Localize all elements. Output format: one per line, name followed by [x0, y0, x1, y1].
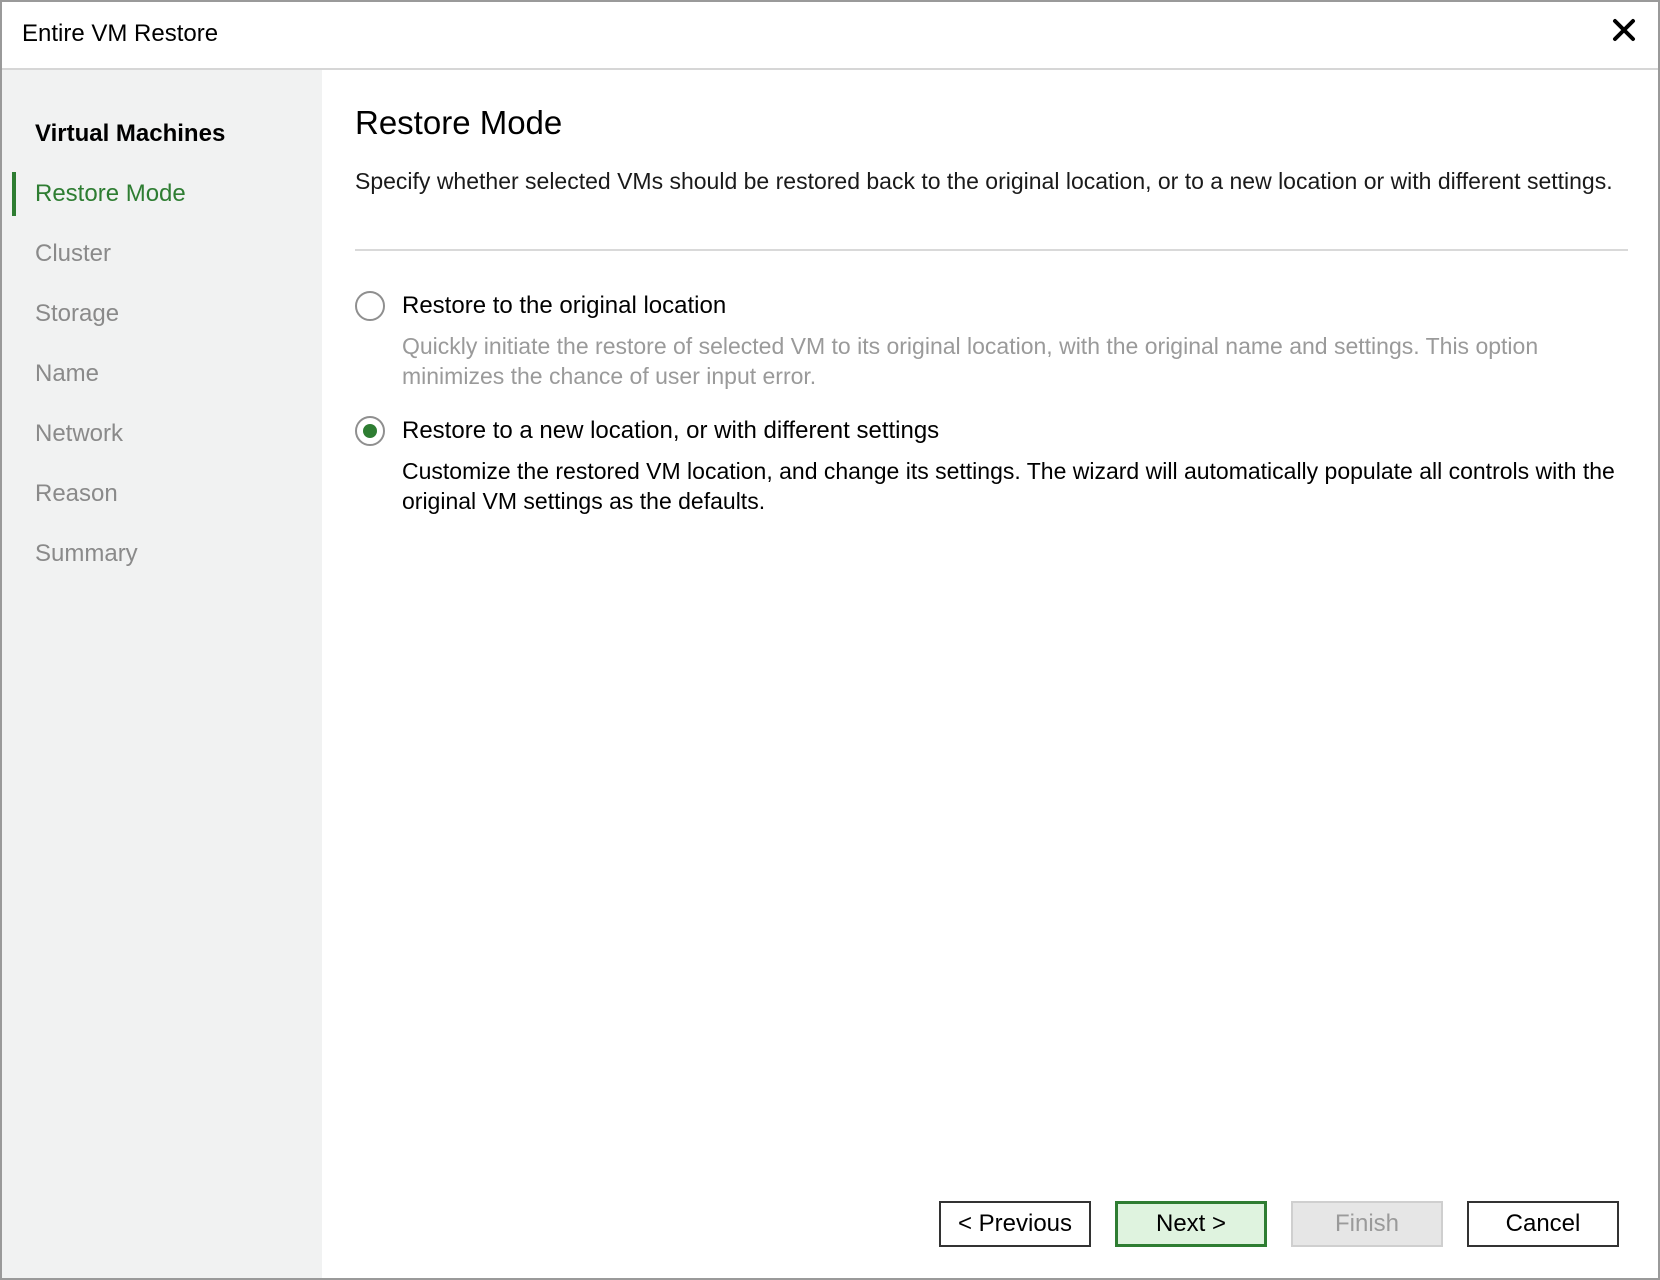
step-label: Name	[35, 360, 100, 387]
step-label: Virtual Machines	[35, 120, 226, 147]
radio-new-location[interactable]	[355, 416, 385, 446]
page-title: Restore Mode	[355, 104, 563, 141]
wizard-window: Entire VM Restore Virtual Machines Resto…	[0, 0, 1660, 1280]
step-restore-mode[interactable]: Restore Mode	[2, 168, 322, 220]
page-description: Specify whether selected VMs should be r…	[355, 168, 1613, 194]
step-virtual-machines[interactable]: Virtual Machines	[2, 108, 322, 160]
title-bar: Entire VM Restore	[2, 2, 1658, 70]
wizard-content: Restore Mode Specify whether selected VM…	[322, 70, 1658, 1278]
finish-button: Finish	[1291, 1201, 1443, 1247]
current-step-marker	[12, 172, 16, 216]
divider	[355, 249, 1628, 251]
step-label: Storage	[35, 300, 120, 327]
radio-selected-dot	[363, 424, 377, 438]
step-label: Network	[35, 420, 124, 447]
cancel-button[interactable]: Cancel	[1467, 1201, 1619, 1247]
option-description: Customize the restored VM location, and …	[402, 458, 1615, 514]
option-label[interactable]: Restore to the original location	[402, 292, 726, 320]
wizard-steps-sidebar: Virtual Machines Restore Mode Cluster St…	[2, 70, 322, 1278]
window-title: Entire VM Restore	[22, 20, 219, 47]
option-label[interactable]: Restore to a new location, or with diffe…	[402, 417, 939, 445]
step-label: Restore Mode	[35, 180, 186, 207]
step-summary: Summary	[2, 528, 322, 580]
previous-button[interactable]: < Previous	[939, 1201, 1091, 1247]
close-button[interactable]	[1604, 12, 1644, 52]
option-description: Quickly initiate the restore of selected…	[402, 333, 1539, 389]
step-network: Network	[2, 408, 322, 460]
step-label: Reason	[35, 480, 118, 507]
next-button[interactable]: Next >	[1115, 1201, 1267, 1247]
step-label: Summary	[35, 540, 138, 567]
step-storage: Storage	[2, 288, 322, 340]
step-cluster: Cluster	[2, 228, 322, 280]
step-reason: Reason	[2, 468, 322, 520]
close-icon	[1612, 18, 1636, 47]
step-name: Name	[2, 348, 322, 400]
step-label: Cluster	[35, 240, 112, 267]
radio-original-location[interactable]	[355, 291, 385, 321]
